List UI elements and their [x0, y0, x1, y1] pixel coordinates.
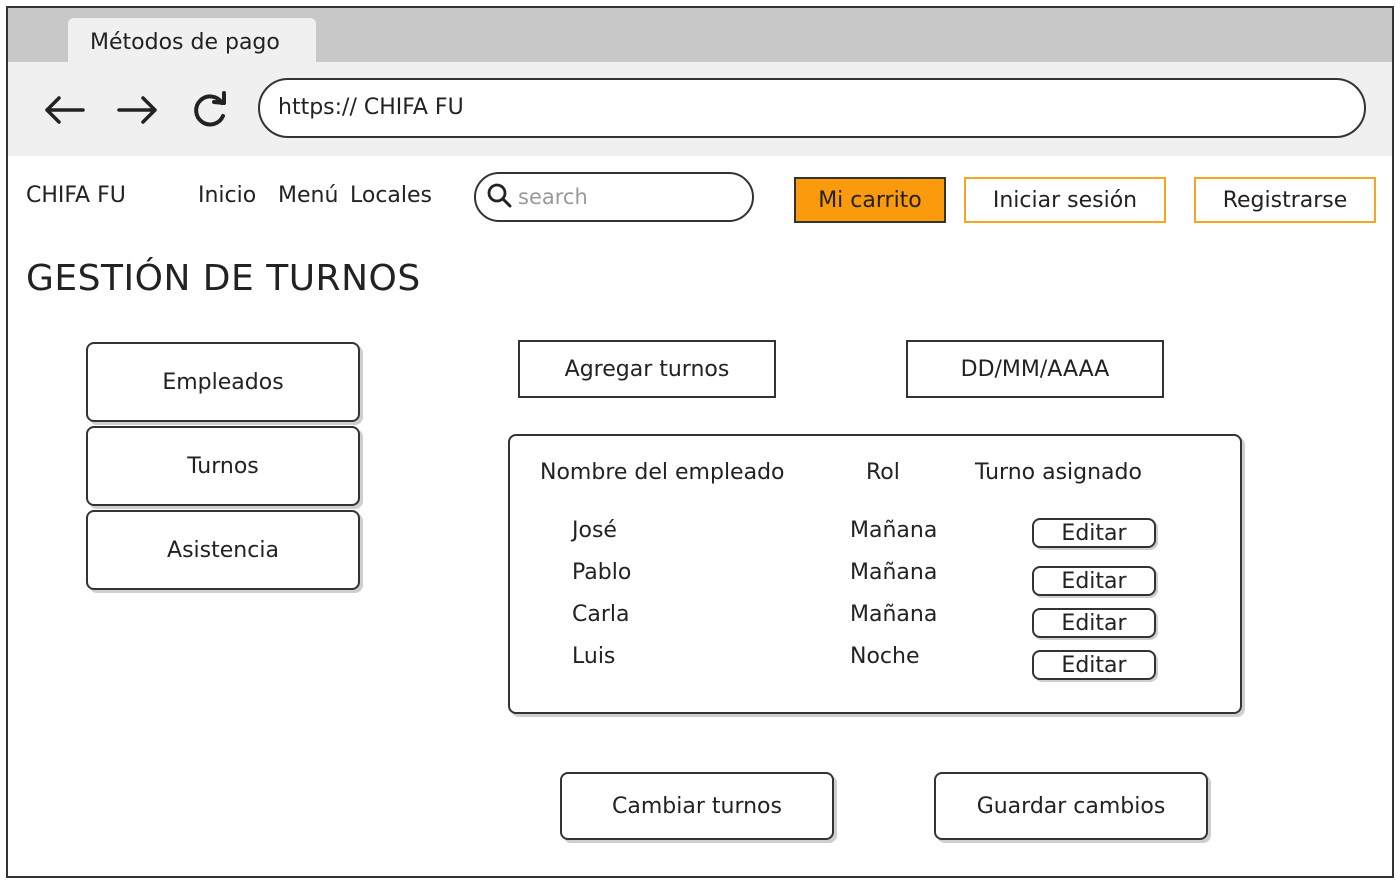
brand-logo[interactable]: CHIFA FU [26, 183, 126, 208]
sidebar-item-empleados[interactable]: Empleados [86, 342, 360, 422]
employee-name: Luis [572, 644, 616, 669]
search-icon [486, 182, 512, 212]
employee-shift: Mañana [850, 518, 938, 543]
date-field[interactable]: DD/MM/AAAA [906, 340, 1164, 398]
search-box[interactable] [474, 172, 754, 222]
back-arrow-icon[interactable] [42, 88, 86, 132]
sidebar-item-turnos[interactable]: Turnos [86, 426, 360, 506]
register-button[interactable]: Registrarse [1194, 177, 1376, 223]
save-changes-button[interactable]: Guardar cambios [934, 772, 1208, 840]
employee-name: Carla [572, 602, 630, 627]
browser-tab[interactable]: Métodos de pago [68, 18, 316, 64]
forward-arrow-icon[interactable] [116, 88, 160, 132]
login-button[interactable]: Iniciar sesión [964, 177, 1166, 223]
edit-button[interactable]: Editar [1032, 608, 1156, 638]
cart-button[interactable]: Mi carrito [794, 177, 946, 223]
nav-link-locales[interactable]: Locales [350, 183, 432, 208]
employee-shift: Mañana [850, 560, 938, 585]
employee-name: Pablo [572, 560, 632, 585]
nav-link-inicio[interactable]: Inicio [198, 183, 256, 208]
employee-shift: Noche [850, 644, 920, 669]
change-shifts-button[interactable]: Cambiar turnos [560, 772, 834, 840]
employee-name: José [572, 518, 617, 543]
browser-chrome: Métodos de pago https:// CHIFA FU [8, 8, 1392, 156]
search-input[interactable] [518, 185, 738, 209]
edit-button[interactable]: Editar [1032, 566, 1156, 596]
column-header-shift: Turno asignado [975, 460, 1142, 485]
employee-shift: Mañana [850, 602, 938, 627]
column-header-role: Rol [866, 460, 900, 485]
reload-icon[interactable] [188, 88, 232, 132]
nav-link-menu[interactable]: Menú [278, 183, 338, 208]
column-header-name: Nombre del empleado [540, 460, 785, 485]
edit-button[interactable]: Editar [1032, 518, 1156, 548]
page-title: GESTIÓN DE TURNOS [26, 258, 421, 299]
add-shifts-button[interactable]: Agregar turnos [518, 340, 776, 398]
sidebar-item-asistencia[interactable]: Asistencia [86, 510, 360, 590]
address-bar[interactable]: https:// CHIFA FU [258, 78, 1366, 138]
edit-button[interactable]: Editar [1032, 650, 1156, 680]
